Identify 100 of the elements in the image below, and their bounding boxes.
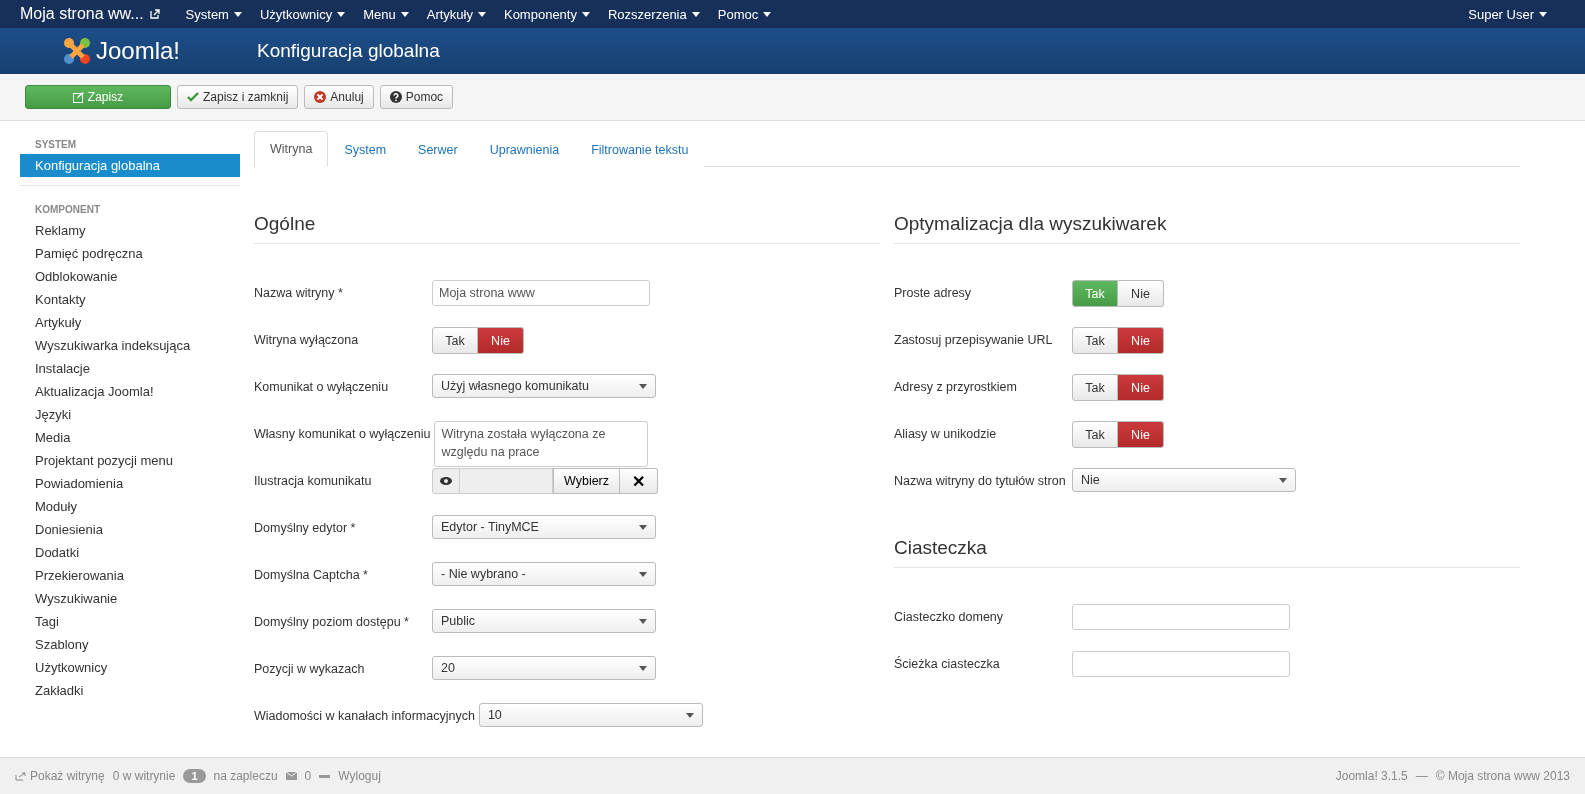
sidebar-item[interactable]: Kontakty bbox=[20, 288, 240, 311]
dropdown-field[interactable]: 20 bbox=[432, 656, 656, 680]
dropdown-field[interactable]: Użyj własnego komunikatu bbox=[432, 374, 656, 398]
toggle-option-button[interactable]: Nie bbox=[478, 327, 524, 354]
toggle-option-button[interactable]: Tak bbox=[1072, 374, 1118, 401]
copyright-text: © Moja strona www 2013 bbox=[1435, 769, 1570, 783]
site-link[interactable]: Moja strona ww... bbox=[20, 5, 160, 23]
toggle-option-button[interactable]: Nie bbox=[1118, 327, 1164, 354]
menu-item[interactable]: Rozszerzenia bbox=[607, 6, 700, 22]
field-label: Ilustracja komunikatu bbox=[254, 473, 373, 488]
minus-icon bbox=[319, 774, 331, 778]
field-label: Wiadomości w kanałach informacyjnych bbox=[254, 708, 476, 723]
text-field[interactable] bbox=[1072, 604, 1290, 630]
dropdown-field[interactable]: 10 bbox=[478, 703, 703, 727]
sidebar-item[interactable]: Projektant pozycji menu bbox=[20, 449, 240, 472]
dropdown-field[interactable]: - Nie wybrano - bbox=[432, 562, 656, 586]
field-label: Własny komunikat o wyłączeniu bbox=[254, 426, 432, 441]
toolbar-button[interactable]: Anuluj bbox=[304, 85, 374, 109]
sidebar-item[interactable]: Użytkownicy bbox=[20, 656, 240, 679]
caret-icon bbox=[233, 11, 242, 17]
admin-count: 1 bbox=[183, 769, 206, 783]
text-field[interactable] bbox=[1072, 651, 1290, 677]
toolbar-button[interactable]: Zapisz i zamknij bbox=[177, 85, 299, 109]
page-title: Konfiguracja globalna bbox=[257, 40, 440, 62]
caret-icon bbox=[639, 571, 647, 577]
sidebar-item[interactable]: Doniesienia bbox=[20, 518, 240, 541]
sidebar-item[interactable]: Moduły bbox=[20, 495, 240, 518]
menu-item[interactable]: Użytkownicy bbox=[259, 6, 346, 22]
field-label: Domyślna Captcha * bbox=[254, 567, 369, 582]
field-label: Proste adresy bbox=[894, 285, 973, 300]
field-label: Nazwa witryny do tytułów stron bbox=[894, 473, 1067, 488]
share-icon bbox=[15, 771, 26, 781]
field-label: Adresy z przyrostkiem bbox=[894, 379, 1018, 394]
caret-icon bbox=[337, 11, 346, 17]
field-label: Aliasy w unikodzie bbox=[894, 426, 998, 441]
sidebar-item[interactable]: Powiadomienia bbox=[20, 472, 240, 495]
help-icon bbox=[389, 91, 402, 103]
toggle-option-button[interactable]: Tak bbox=[432, 327, 478, 354]
caret-icon bbox=[639, 524, 647, 530]
sidebar-item[interactable]: Aktualizacja Joomla! bbox=[20, 380, 240, 403]
sidebar-item[interactable]: Artykuły bbox=[20, 311, 240, 334]
sidebar-item[interactable]: Instalacje bbox=[20, 357, 240, 380]
toggle-option-button[interactable]: Nie bbox=[1118, 421, 1164, 448]
sidebar-item[interactable]: Konfiguracja globalna bbox=[20, 154, 240, 177]
dropdown-field[interactable]: Nie bbox=[1072, 468, 1296, 492]
dropdown-field[interactable]: Edytor - TinyMCE bbox=[432, 515, 656, 539]
sidebar-item[interactable]: Odblokowanie bbox=[20, 265, 240, 288]
version-text: Joomla! 3.1.5 bbox=[1335, 769, 1408, 783]
menu-item[interactable]: System bbox=[185, 6, 242, 22]
user-menu[interactable]: Super User bbox=[1468, 6, 1547, 22]
sidebar-heading: KOMPONENT bbox=[34, 203, 101, 217]
caret-icon bbox=[639, 383, 647, 389]
section-title: Ogólne bbox=[254, 213, 880, 244]
caret-icon bbox=[581, 11, 590, 17]
tab[interactable]: Witryna bbox=[254, 131, 329, 167]
site-users-count: 0 w witrynie bbox=[112, 769, 176, 783]
clear-button[interactable]: ✕ bbox=[620, 468, 659, 494]
menu-item[interactable]: Pomoc bbox=[717, 6, 772, 22]
field-label: Domyślny edytor * bbox=[254, 520, 357, 535]
image-path-field[interactable] bbox=[460, 468, 553, 494]
field-label: Nazwa witryny * bbox=[254, 285, 344, 300]
external-link-icon bbox=[149, 9, 160, 19]
sidebar-item[interactable]: Tagi bbox=[20, 610, 240, 633]
logo-text: Joomla! bbox=[96, 37, 181, 65]
sidebar-item[interactable]: Szablony bbox=[20, 633, 240, 656]
sidebar-item[interactable]: Wyszukiwanie bbox=[20, 587, 240, 610]
field-label: Witryna wyłączona bbox=[254, 332, 360, 347]
menu-item[interactable]: Menu bbox=[363, 6, 409, 22]
caret-icon bbox=[639, 665, 647, 671]
toggle-option-button[interactable]: Nie bbox=[1118, 374, 1164, 401]
field-label: Zastosuj przepisywanie URL bbox=[894, 332, 1054, 347]
sidebar-item[interactable]: Reklamy bbox=[20, 219, 240, 242]
text-field[interactable]: Moja strona www bbox=[432, 280, 650, 306]
menu-item[interactable]: Komponenty bbox=[503, 6, 590, 22]
close-icon bbox=[314, 91, 327, 103]
caret-icon bbox=[477, 11, 486, 17]
eye-icon[interactable] bbox=[432, 468, 460, 494]
sidebar-item[interactable]: Języki bbox=[20, 403, 240, 426]
sidebar-item[interactable]: Przekierowania bbox=[20, 564, 240, 587]
separator-text: — bbox=[1415, 769, 1428, 783]
sidebar-item[interactable]: Dodatki bbox=[20, 541, 240, 564]
sidebar-item[interactable]: Pamięć podręczna bbox=[20, 242, 240, 265]
select-button[interactable]: Wybierz bbox=[553, 468, 621, 494]
field-label: Komunikat o wyłączeniu bbox=[254, 379, 390, 394]
sidebar-item[interactable]: Wyszukiwarka indeksująca bbox=[20, 334, 240, 357]
toggle-option-button[interactable]: Nie bbox=[1118, 280, 1164, 307]
field-label: Ścieżka ciasteczka bbox=[894, 655, 1001, 671]
caret-icon bbox=[1279, 477, 1287, 483]
sidebar-item[interactable]: Media bbox=[20, 426, 240, 449]
envelope-icon bbox=[285, 772, 297, 780]
dropdown-field[interactable]: Public bbox=[432, 609, 656, 633]
menu-item[interactable]: Artykuły bbox=[426, 6, 486, 22]
toggle-option-button[interactable]: Tak bbox=[1072, 421, 1118, 448]
sidebar-item[interactable]: Zakładki bbox=[20, 679, 240, 702]
toolbar-button[interactable]: Pomoc bbox=[379, 85, 454, 109]
caret-icon bbox=[1539, 11, 1547, 17]
textarea-field[interactable]: Witryna została wyłączona ze względu na prace bbox=[434, 421, 649, 467]
section-title: Ciasteczka bbox=[894, 537, 1520, 568]
caret-icon bbox=[763, 11, 772, 17]
toggle-option-button[interactable]: Tak bbox=[1072, 327, 1118, 354]
